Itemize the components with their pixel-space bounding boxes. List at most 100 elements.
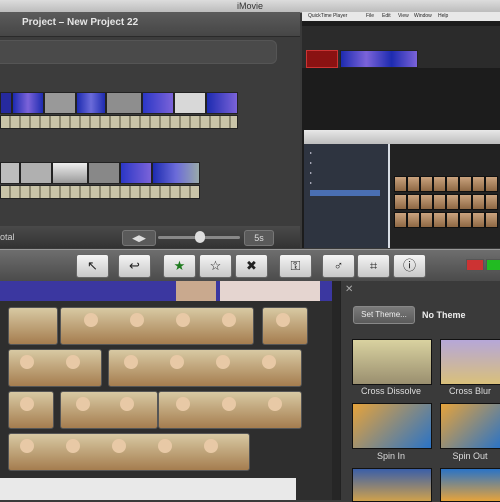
event-clip[interactable] <box>8 349 102 387</box>
event-clip[interactable] <box>176 281 216 301</box>
timeline-clip[interactable] <box>0 92 12 114</box>
event-clip[interactable] <box>8 391 54 429</box>
import-thumbnail[interactable] <box>472 176 485 192</box>
event-library-sidebar[interactable]: ▸ ▸ ▸ ▸ <box>304 144 388 248</box>
transition-thumbnail[interactable] <box>352 468 432 502</box>
person-thumbnail <box>120 397 134 411</box>
reject-button[interactable]: ✖ <box>235 254 268 278</box>
import-thumbnail[interactable] <box>472 212 485 228</box>
person-thumbnail <box>66 439 80 453</box>
import-thumbnail[interactable] <box>446 176 459 192</box>
zoom-value[interactable]: 5s <box>244 230 274 246</box>
microphone-icon: ♂ <box>333 258 344 273</box>
person-thumbnail <box>276 313 290 327</box>
person-thumbnail <box>222 313 236 327</box>
audio-track[interactable] <box>0 185 200 199</box>
transition-thumbnail[interactable] <box>440 468 500 502</box>
import-thumbnail[interactable] <box>446 212 459 228</box>
transition-label: Cross Dissolve <box>360 386 421 396</box>
inspector-button[interactable]: ⓘ <box>393 254 426 278</box>
import-thumbnail[interactable] <box>407 176 420 192</box>
menu-item[interactable]: Help <box>438 12 448 21</box>
import-thumbnail[interactable] <box>485 194 498 210</box>
timeline-clip[interactable] <box>106 92 142 114</box>
timeline-clip[interactable] <box>76 92 106 114</box>
project-search-bar[interactable] <box>0 40 277 64</box>
event-clip[interactable] <box>8 307 58 345</box>
import-thumbnail[interactable] <box>407 194 420 210</box>
timeline-clip[interactable] <box>44 92 76 114</box>
pane-divider[interactable] <box>332 281 340 500</box>
audio-toggle-button[interactable]: ◀▶ <box>122 230 156 246</box>
preview-filmstrip[interactable] <box>340 50 418 68</box>
import-thumbnail[interactable] <box>420 212 433 228</box>
timeline-clip[interactable] <box>152 162 200 184</box>
import-thumbnail[interactable] <box>420 176 433 192</box>
crop-button[interactable]: ⌗ <box>357 254 390 278</box>
select-tool-button[interactable]: ↖ <box>76 254 109 278</box>
set-theme-button[interactable]: Set Theme... <box>353 306 415 324</box>
video-level-indicator[interactable] <box>486 259 500 271</box>
keyword-button[interactable]: ⚿ <box>279 254 312 278</box>
close-icon[interactable]: ✕ <box>345 284 353 295</box>
star-filled-icon: ★ <box>173 258 186 273</box>
menu-item[interactable]: Window <box>414 12 432 21</box>
spin-in-thumbnail[interactable] <box>352 403 432 449</box>
sidebar-item[interactable]: ▸ <box>310 150 312 155</box>
sidebar-item-selected[interactable] <box>310 190 380 196</box>
import-thumbnail[interactable] <box>459 176 472 192</box>
person-thumbnail <box>20 439 34 453</box>
import-thumbnail[interactable] <box>407 212 420 228</box>
sidebar-item[interactable]: ▸ <box>310 160 312 165</box>
import-thumbnail[interactable] <box>485 176 498 192</box>
timeline-clip[interactable] <box>88 162 120 184</box>
cross-dissolve-thumbnail[interactable] <box>352 339 432 385</box>
cross-blur-thumbnail[interactable] <box>440 339 500 385</box>
timeline-clip[interactable] <box>52 162 88 184</box>
timeline-clip[interactable] <box>20 162 52 184</box>
audio-level-indicator[interactable] <box>466 259 484 271</box>
event-clip[interactable] <box>220 281 320 301</box>
sidebar-item[interactable]: ▸ <box>310 170 312 175</box>
audio-track[interactable] <box>0 115 238 129</box>
menu-item[interactable]: File <box>366 12 374 21</box>
timeline-clip[interactable] <box>142 92 174 114</box>
import-thumbnail[interactable] <box>446 194 459 210</box>
sidebar-item[interactable]: ▸ <box>310 180 312 185</box>
menu-item[interactable]: View <box>398 12 409 21</box>
favorite-button[interactable]: ★ <box>163 254 196 278</box>
import-thumbnail[interactable] <box>394 176 407 192</box>
person-thumbnail <box>66 355 80 369</box>
import-thumbnail[interactable] <box>394 194 407 210</box>
add-to-project-button[interactable]: ↩ <box>118 254 151 278</box>
key-icon: ⚿ <box>290 258 301 273</box>
import-thumbnail[interactable] <box>394 212 407 228</box>
person-thumbnail <box>76 397 90 411</box>
timeline-clip[interactable] <box>0 162 20 184</box>
import-thumbnail[interactable] <box>459 212 472 228</box>
event-clip[interactable] <box>60 391 158 429</box>
event-clip[interactable] <box>108 349 302 387</box>
project-title: Project – New Project 22 <box>22 17 139 28</box>
import-thumbnail[interactable] <box>433 194 446 210</box>
transition-label: Spin Out <box>452 451 488 461</box>
person-thumbnail <box>216 355 230 369</box>
timeline-clip[interactable] <box>206 92 238 114</box>
import-thumbnail[interactable] <box>472 194 485 210</box>
transition-label: Cross Blur <box>448 386 491 396</box>
timeline-clip[interactable] <box>12 92 44 114</box>
spin-out-thumbnail[interactable] <box>440 403 500 449</box>
import-thumbnail[interactable] <box>433 176 446 192</box>
unmark-button[interactable]: ☆ <box>199 254 232 278</box>
import-thumbnail[interactable] <box>459 194 472 210</box>
timeline-clip[interactable] <box>174 92 206 114</box>
zoom-slider-knob[interactable] <box>195 231 205 243</box>
import-thumbnail[interactable] <box>433 212 446 228</box>
menu-item[interactable]: QuickTime Player <box>308 12 347 21</box>
menu-item[interactable]: Edit <box>382 12 391 21</box>
person-thumbnail <box>158 439 172 453</box>
timeline-clip[interactable] <box>120 162 152 184</box>
import-thumbnail[interactable] <box>420 194 433 210</box>
voiceover-button[interactable]: ♂ <box>322 254 355 278</box>
import-thumbnail[interactable] <box>485 212 498 228</box>
